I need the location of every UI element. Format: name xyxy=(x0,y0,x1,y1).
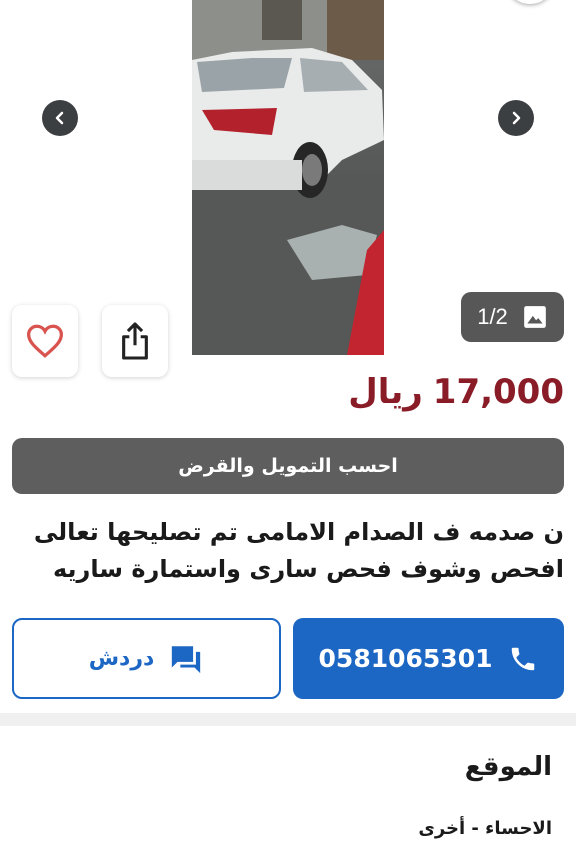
phone-number: 0581065301 xyxy=(318,644,493,673)
image-gallery[interactable]: 1/2 xyxy=(0,0,576,377)
car-photo-illustration xyxy=(192,0,384,355)
chevron-right-icon xyxy=(512,111,521,125)
image-counter[interactable]: 1/2 xyxy=(461,292,564,342)
chat-button[interactable]: دردش xyxy=(12,618,281,699)
chat-icon xyxy=(172,645,201,673)
image-counter-text: 1/2 xyxy=(477,304,508,329)
location-section-title: الموقع xyxy=(464,752,552,782)
chat-button-label: دردش xyxy=(88,646,155,671)
listing-photo[interactable] xyxy=(192,0,384,355)
share-button[interactable] xyxy=(102,305,168,377)
heart-icon xyxy=(26,324,64,358)
finance-calculator-button[interactable]: احسب التمويل والقرض xyxy=(12,438,564,494)
location-value: الاحساء - أخرى xyxy=(418,818,552,839)
phone-icon xyxy=(512,647,535,670)
call-button[interactable]: 0581065301 xyxy=(293,618,564,699)
top-corner-button[interactable] xyxy=(505,0,555,4)
share-icon xyxy=(122,322,148,360)
chevron-left-icon xyxy=(55,111,64,125)
previous-image-button[interactable] xyxy=(42,100,78,136)
next-image-button[interactable] xyxy=(498,100,534,136)
section-divider xyxy=(0,713,576,726)
price-currency: ريال xyxy=(348,372,423,412)
favorite-button[interactable] xyxy=(12,305,78,377)
price-value: 17,000 xyxy=(432,372,564,412)
image-icon xyxy=(523,306,546,328)
listing-description: ن صدمه ف الصدام الامامى تم تصليحها تعالى… xyxy=(33,518,564,583)
price: 17,000 ريال xyxy=(348,368,564,416)
finance-button-label: احسب التمويل والقرض xyxy=(178,455,398,477)
